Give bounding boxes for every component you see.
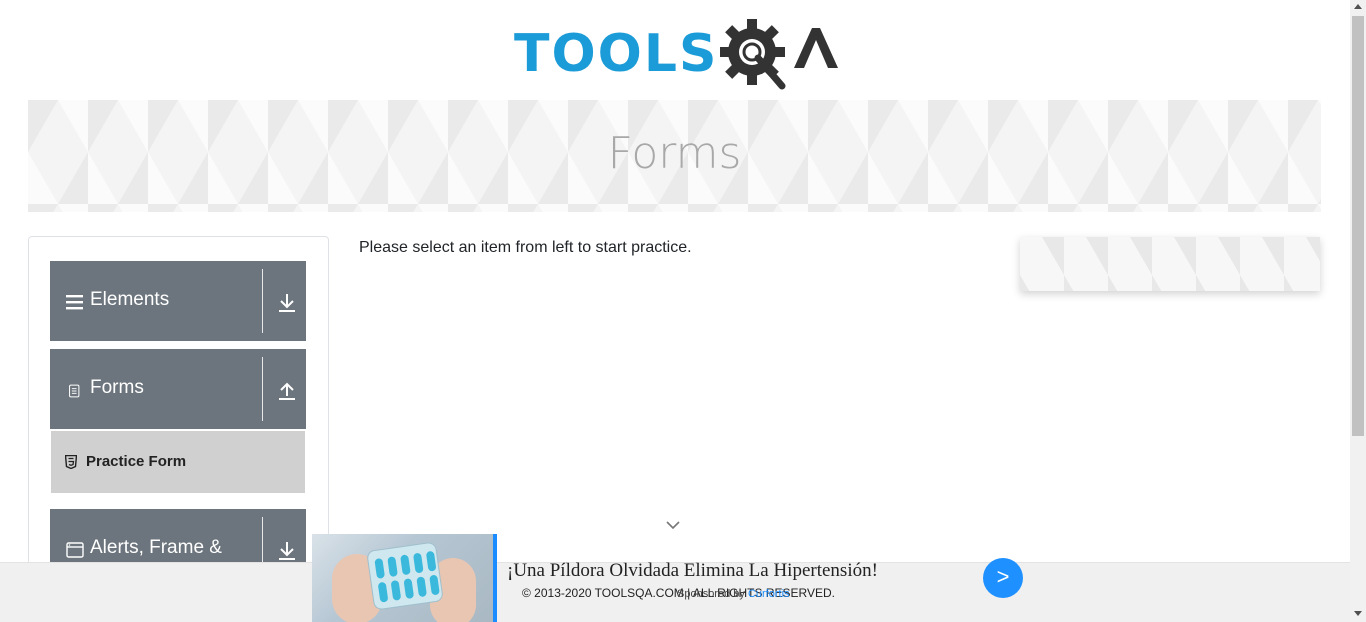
html5-icon — [65, 455, 77, 469]
ad-accent-bar — [493, 534, 497, 622]
download-arrow-icon[interactable] — [278, 293, 296, 313]
divider — [262, 269, 263, 333]
group-label: Elements — [90, 289, 170, 310]
hamburger-icon — [66, 295, 83, 310]
sponsored-label: Sponsored by — [677, 588, 745, 600]
sponsor-link[interactable]: Curfortis — [748, 588, 790, 600]
menu-item-label: Practice Form — [86, 453, 187, 470]
toolsqa-logo[interactable]: TOOLS — [514, 16, 838, 92]
group-header-elements[interactable]: Elements — [50, 261, 306, 341]
scroll-down-arrow-icon[interactable] — [1354, 611, 1362, 616]
document-icon — [69, 384, 80, 398]
instruction-text: Please select an item from left to start… — [359, 239, 692, 256]
right-ad-box[interactable] — [1020, 237, 1320, 291]
group-header-forms[interactable]: Forms — [50, 349, 306, 429]
vertical-scrollbar[interactable] — [1350, 0, 1366, 622]
menu-item-practice-form[interactable]: Practice Form — [51, 431, 305, 493]
logo-text: TOOLS — [514, 24, 719, 84]
gear-magnifier-icon — [720, 19, 838, 90]
ad-sponsored-by: Sponsored by Curfortis — [677, 588, 790, 600]
chevron-down-icon[interactable] — [665, 519, 681, 531]
ad-image[interactable] — [312, 534, 493, 622]
upload-arrow-icon[interactable] — [278, 381, 296, 401]
ad-go-button[interactable]: > — [983, 558, 1023, 598]
group-label: Forms — [90, 377, 144, 398]
divider — [262, 357, 263, 421]
group-label: Alerts, Frame & — [90, 537, 222, 558]
ad-headline[interactable]: ¡Una Píldora Olvidada Elimina La Hiperte… — [507, 560, 878, 582]
scroll-up-arrow-icon[interactable] — [1354, 4, 1362, 9]
page-title: Forms — [607, 128, 742, 179]
scroll-thumb[interactable] — [1352, 16, 1364, 436]
page-banner: Forms — [28, 100, 1321, 212]
window-icon — [66, 542, 84, 558]
pill-pack — [366, 541, 444, 611]
download-arrow-icon[interactable] — [278, 541, 296, 561]
